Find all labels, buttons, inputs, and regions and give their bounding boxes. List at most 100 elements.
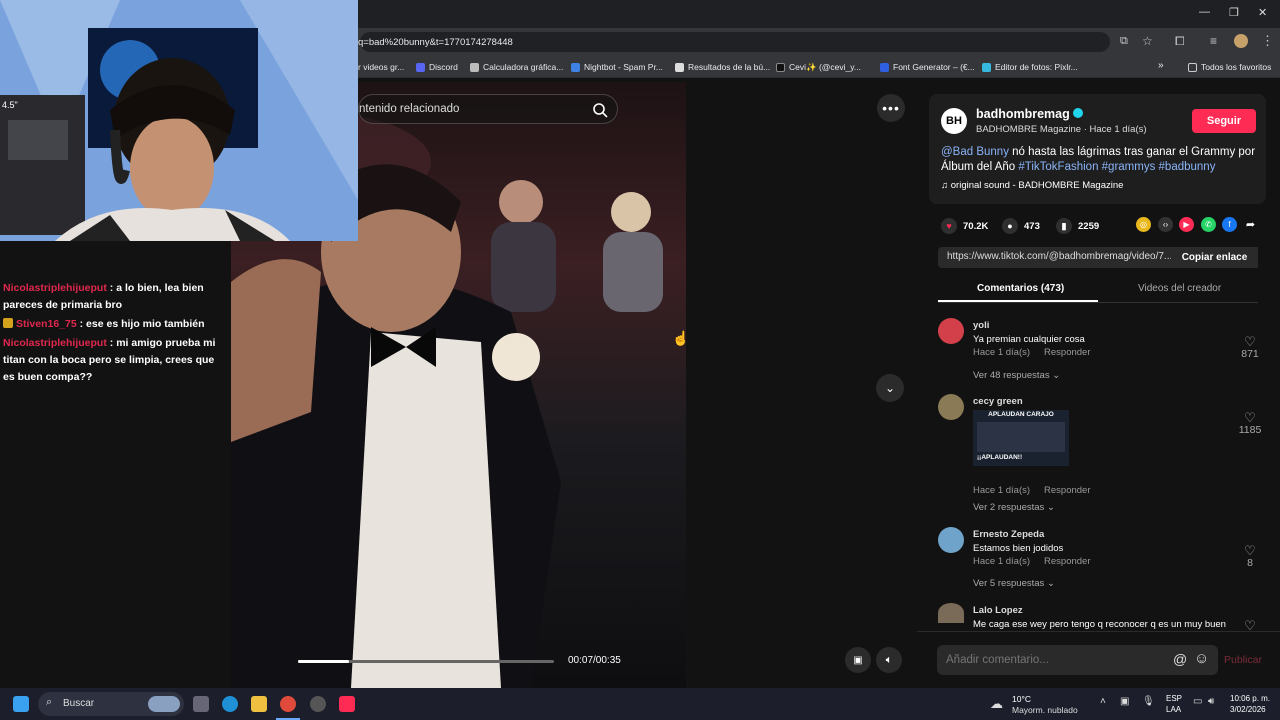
facebook-icon[interactable]: f (1222, 217, 1237, 232)
tray-chevron-icon[interactable]: ˄ (1100, 696, 1106, 707)
clock-date[interactable]: 3/02/2026 (1230, 705, 1266, 714)
profile-avatar[interactable] (1234, 34, 1248, 48)
search-input-text[interactable]: ntenido relacionado (359, 103, 459, 115)
copy-link-button[interactable]: Copiar enlace (1171, 247, 1258, 268)
like-action[interactable]: ♥ 70.2K (941, 218, 988, 234)
bookmark-label: Resultados de la bú... (688, 62, 771, 72)
mention-icon[interactable]: @ (1173, 651, 1187, 667)
comment-like[interactable]: ♡ 8 (1235, 544, 1265, 569)
comment-author[interactable]: Ernesto Zepeda (973, 529, 1044, 540)
repost-icon[interactable]: ◎ (1136, 217, 1151, 232)
heart-outline-icon: ♡ (1244, 543, 1256, 558)
send-icon[interactable]: ▶ (1179, 217, 1194, 232)
caption-hashtags[interactable]: #TikTokFashion #grammys #badbunny (1018, 161, 1215, 173)
author-username[interactable]: badhombremag (976, 107, 1084, 121)
avatar[interactable] (938, 603, 964, 623)
volume-icon[interactable]: 🔊︎ (1208, 696, 1214, 707)
comment-author[interactable]: yoli (973, 320, 989, 331)
comment-like[interactable]: ♡ 871 (1235, 335, 1265, 360)
view-replies[interactable]: Ver 2 respuestas ⌄ (973, 502, 1055, 513)
comment-like[interactable]: ♡ 1185 (1235, 411, 1265, 436)
comment-action[interactable]: ● 473 (1002, 218, 1040, 234)
taskbar-search[interactable]: ⌕ Buscar (38, 692, 184, 716)
display-icon[interactable]: ▭ (1193, 696, 1202, 707)
comment-time: Hace 1 día(s) (973, 485, 1031, 496)
url-text[interactable]: q=bad%20bunny&t=1770174278448 (358, 37, 513, 48)
avatar[interactable] (938, 527, 964, 553)
edge-icon[interactable] (222, 696, 238, 712)
bookmark-tiktok[interactable]: Cevi✨ (@cevi_y... (776, 62, 861, 73)
weather-description[interactable]: Mayorm. nublado (1012, 705, 1078, 715)
bookmark-calculator[interactable]: Calculadora gráfica... (470, 62, 563, 72)
caption-mention[interactable]: @Bad Bunny (941, 146, 1009, 158)
more-options-button[interactable]: ••• (877, 94, 905, 122)
miniplayer-button[interactable]: ▣ (845, 647, 871, 673)
publish-button[interactable]: Publicar (1224, 654, 1262, 666)
language-bottom[interactable]: LAA (1166, 705, 1181, 714)
all-bookmarks[interactable]: Todos los favoritos (1188, 62, 1271, 72)
volume-button[interactable]: 🔈︎ (876, 647, 902, 673)
comment-sticker[interactable]: APLAUDAN CARAJO ¡¡APLAUDAN!! (973, 410, 1069, 466)
search-button[interactable] (589, 99, 611, 121)
view-replies-label: Ver 48 respuestas (973, 370, 1050, 381)
svg-text:4.5": 4.5" (2, 100, 18, 110)
avatar[interactable] (938, 318, 964, 344)
bookmark-results[interactable]: Resultados de la bú... (675, 62, 770, 72)
tab-comments[interactable]: Comentarios (473) (977, 283, 1064, 294)
microphone-icon[interactable]: 🎙︎ (1142, 696, 1155, 707)
next-video-button[interactable]: ⌄ (876, 374, 904, 402)
comment-input[interactable] (937, 645, 1157, 675)
tiktok-app-icon[interactable] (339, 696, 355, 712)
reply-button[interactable]: Responder (1044, 556, 1090, 567)
follow-button[interactable]: Seguir (1192, 109, 1256, 133)
taskbar-search-label: Buscar (63, 698, 95, 709)
post-sound[interactable]: ♫ original sound - BADHOMBRE Magazine (941, 180, 1123, 191)
share-link-field[interactable]: https://www.tiktok.com/@badhombremag/vid… (938, 247, 1171, 268)
whatsapp-icon[interactable]: ✆ (1201, 217, 1216, 232)
emoji-icon[interactable]: ☺ (1194, 650, 1209, 667)
share-arrow-icon[interactable]: ➦ (1243, 217, 1258, 232)
reply-button[interactable]: Responder (1044, 347, 1090, 358)
menu-icon[interactable]: ⋮ (1261, 33, 1274, 49)
more-bookmarks-icon[interactable]: » (1158, 60, 1164, 71)
sticker-image (977, 422, 1065, 452)
windows-start-icon[interactable] (13, 696, 29, 712)
extensions-icon[interactable]: ⧠ (1175, 34, 1185, 49)
embed-icon[interactable]: ‹› (1158, 217, 1173, 232)
tab-creator-videos[interactable]: Videos del creador (1138, 283, 1221, 294)
minimize-icon[interactable]: — (1199, 6, 1210, 18)
video-progress-bar[interactable] (298, 660, 554, 663)
app-icon[interactable] (310, 696, 326, 712)
bookmark-discord[interactable]: Discord (416, 62, 458, 72)
media-icon[interactable]: ≡ (1210, 34, 1217, 48)
heart-outline-icon: ♡ (1244, 410, 1256, 425)
reply-button[interactable]: Responder (1044, 485, 1090, 496)
comment-author[interactable]: cecy green (973, 396, 1023, 407)
task-view-icon[interactable] (193, 696, 209, 712)
comment-author[interactable]: Lalo Lopez (973, 605, 1023, 616)
language-top[interactable]: ESP (1166, 694, 1182, 703)
avatar[interactable] (938, 394, 964, 420)
related-search-box[interactable]: ntenido relacionado (358, 94, 618, 124)
search-icon (593, 103, 608, 118)
bookmark-pixlr[interactable]: Editor de fotos: Pixlr... (982, 62, 1078, 72)
file-explorer-icon[interactable] (251, 696, 267, 712)
close-icon[interactable]: ✕ (1258, 6, 1267, 19)
weather-temp[interactable]: 10°C (1012, 694, 1031, 704)
view-replies[interactable]: Ver 48 respuestas ⌄ (973, 370, 1060, 381)
restore-icon[interactable]: ❐ (1229, 6, 1239, 19)
save-action[interactable]: ▮ 2259 (1056, 218, 1099, 234)
post-caption: @Bad Bunny nó hasta las lágrimas tras ga… (941, 145, 1256, 175)
bookmark-nightbot[interactable]: Nightbot - Spam Pr... (571, 62, 663, 72)
cast-icon[interactable]: ⧉ (1120, 35, 1128, 48)
bookmark-star-icon[interactable]: ☆ (1142, 34, 1153, 48)
author-avatar[interactable]: BH (941, 108, 967, 134)
bookmark-videos[interactable]: r videos gr... (358, 62, 404, 72)
comment-field[interactable]: @ ☺ (937, 645, 1218, 675)
bookmark-font-generator[interactable]: Font Generator – (€... (880, 62, 975, 72)
view-replies[interactable]: Ver 5 respuestas ⌄ (973, 578, 1055, 589)
tray-app-icon[interactable]: ▣ (1120, 696, 1129, 707)
clock-time[interactable]: 10:06 p. m. (1230, 694, 1270, 703)
chrome-icon[interactable] (280, 696, 296, 712)
share-link-row: https://www.tiktok.com/@badhombremag/vid… (938, 247, 1258, 268)
